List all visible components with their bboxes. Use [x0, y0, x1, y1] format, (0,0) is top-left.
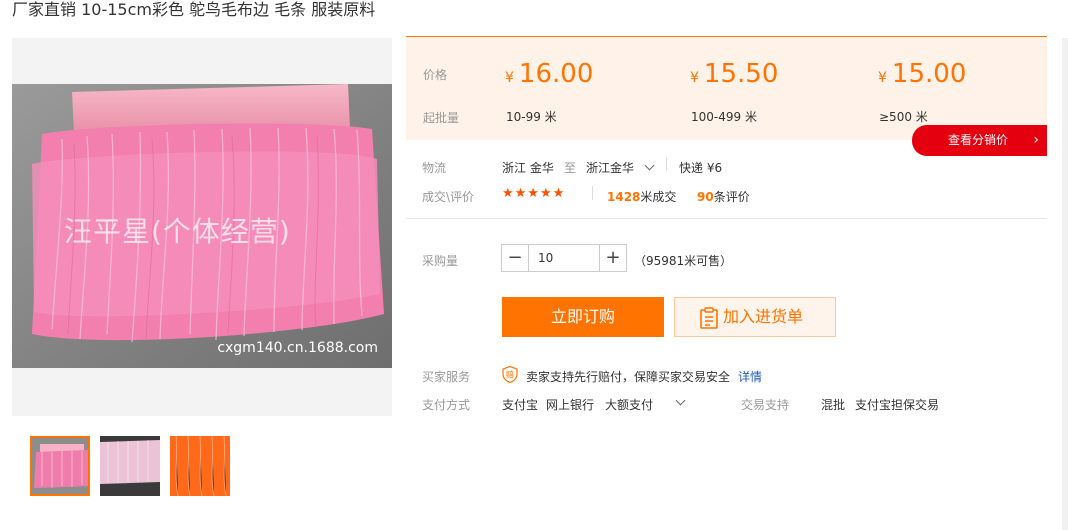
range-tier-2: 100-499 米 — [691, 110, 757, 124]
section-divider — [406, 218, 1047, 219]
thumbnail-2[interactable] — [100, 436, 160, 496]
available-stock: （95981米可售） — [634, 254, 733, 268]
payment-method-alipay: 支付宝 — [502, 398, 539, 412]
trade-option-escrow: 支付宝担保交易 — [855, 398, 940, 412]
svg-text:赔: 赔 — [506, 370, 514, 380]
thumb-light-pink-fringe-image — [100, 436, 160, 496]
thumb-pink-fringe-image — [32, 438, 88, 494]
review-count[interactable]: 90条评价 — [697, 188, 750, 205]
price-label: 价格 — [423, 68, 448, 82]
moq-label: 起批量 — [423, 111, 460, 125]
range-tier-1: 10-99 米 — [506, 110, 557, 124]
price-tier-1: ¥16.00 — [505, 59, 594, 89]
price-tier-3: ¥15.00 — [878, 59, 967, 89]
shipping-fee: 快递 ¥6 — [679, 161, 723, 175]
range-tier-3: ≥500 米 — [879, 110, 928, 124]
logistics-from: 浙江 金华 — [502, 161, 554, 175]
decrease-quantity-button[interactable]: − — [502, 245, 529, 271]
thumbnail-3[interactable] — [170, 436, 230, 496]
logistics-destination-select[interactable]: 浙江金华 — [586, 159, 655, 176]
trade-option-mixed: 混批 — [821, 398, 846, 412]
buyer-service-label: 买家服务 — [422, 370, 471, 384]
image-watermark: 汪平星(个体经营) — [64, 215, 291, 248]
product-gallery: 汪平星(个体经营) cxgm140.cn.1688.com — [12, 38, 392, 416]
buyer-service-text: 卖家支持先行赔付，保障买家交易安全 — [526, 370, 731, 384]
image-site-watermark: cxgm140.cn.1688.com — [217, 340, 378, 356]
clipboard-icon — [700, 307, 718, 329]
thumb-orange-fringe-image — [170, 436, 230, 496]
chevron-right-icon: › — [1033, 132, 1039, 148]
sales-count[interactable]: 1428米成交 — [607, 188, 676, 205]
quantity-input[interactable] — [530, 245, 600, 271]
thumbnail-1[interactable] — [30, 436, 90, 496]
logistics-label: 物流 — [422, 161, 447, 175]
payment-method-large: 大额支付 — [605, 398, 654, 412]
purchase-quantity-label: 采购量 — [422, 254, 459, 268]
view-distribution-price-button[interactable]: 查看分销价 › — [912, 125, 1047, 156]
distribution-button-label: 查看分销价 — [948, 133, 1009, 147]
add-to-cart-label: 加入进货单 — [723, 307, 804, 326]
price-tier-2: ¥15.50 — [690, 59, 779, 89]
payment-method-online-bank: 网上银行 — [546, 398, 595, 412]
logistics-destination: 浙江金华 — [586, 161, 635, 175]
payment-label: 支付方式 — [422, 398, 471, 412]
trade-support-label: 交易支持 — [741, 398, 790, 412]
quantity-stepper: − + — [501, 244, 627, 272]
payment-expand-toggle[interactable] — [675, 395, 686, 410]
reviews-divider — [592, 186, 593, 200]
chevron-down-icon — [644, 160, 655, 171]
shield-icon: 赔 — [502, 366, 518, 383]
logistics-divider — [666, 157, 667, 171]
chevron-down-icon — [675, 395, 686, 406]
service-detail-link[interactable]: 详情 — [738, 368, 762, 385]
product-title: 厂家直销 10-15cm彩色 鸵鸟毛布边 毛条 服装原料 — [12, 0, 376, 19]
rating-stars-icon: ★★★★★ — [502, 186, 566, 201]
reviews-label: 成交\评价 — [422, 190, 475, 204]
add-to-cart-button[interactable]: 加入进货单 — [674, 297, 836, 337]
increase-quantity-button[interactable]: + — [599, 245, 626, 271]
logistics-to-word: 至 — [564, 161, 577, 175]
buy-now-button[interactable]: 立即订购 — [502, 297, 664, 337]
main-product-image[interactable]: 汪平星(个体经营) cxgm140.cn.1688.com — [12, 84, 392, 368]
page-scrollbar[interactable] — [1062, 38, 1068, 530]
